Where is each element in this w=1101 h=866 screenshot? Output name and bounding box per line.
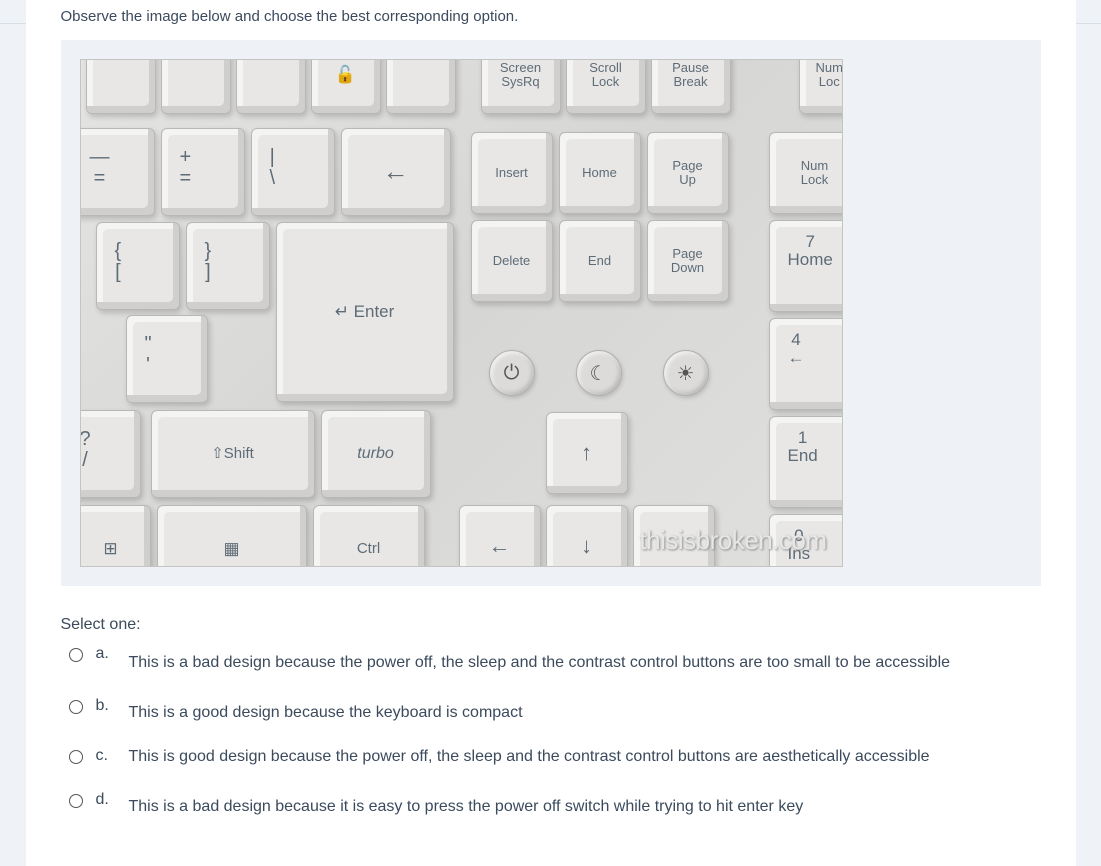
key-backspace: ← xyxy=(341,128,451,216)
key-ctrl: Ctrl xyxy=(313,505,425,567)
option-letter: a. xyxy=(96,645,116,663)
key-arrow-up: ↑ xyxy=(546,412,628,494)
key-arrow-down: ↓ xyxy=(546,505,628,567)
key-slash: ? / xyxy=(80,410,141,498)
option-d[interactable]: d. This is a bad design because it is ea… xyxy=(69,792,1041,816)
option-letter: b. xyxy=(96,697,116,715)
key-insert: Insert xyxy=(471,132,553,214)
key-numpad-1: 1 End xyxy=(769,416,843,508)
options-list: a. This is a bad design because the powe… xyxy=(69,646,1041,816)
key-win: ⊞ xyxy=(80,505,151,567)
select-one-label: Select one: xyxy=(61,616,1041,634)
image-watermark: thisisbroken.com xyxy=(639,525,826,556)
key-pipe: | \ xyxy=(251,128,335,216)
key-enter: ↵ Enter xyxy=(276,222,454,402)
key-bracket-r: } ] xyxy=(186,222,270,310)
key-pause-break: Pause Break xyxy=(651,59,731,114)
key-scroll-lock: Scroll Lock xyxy=(566,59,646,114)
keyboard-image: 🔓 Screen SysRq Scroll Lock Pause Break N… xyxy=(80,59,843,567)
key-f9 xyxy=(161,59,231,114)
option-letter: c. xyxy=(96,747,116,765)
option-text: This is a bad design because it is easy … xyxy=(129,798,1041,816)
radio-icon[interactable] xyxy=(69,750,83,764)
key-print-screen: Screen SysRq xyxy=(481,59,561,114)
key-apostrophe: " ' xyxy=(126,315,208,403)
question-prompt: Observe the image below and choose the b… xyxy=(61,8,1041,25)
option-a[interactable]: a. This is a bad design because the powe… xyxy=(69,646,1041,672)
key-plus: + = xyxy=(161,128,245,216)
key-numpad-7: 7 Home xyxy=(769,220,843,312)
key-page-down: Page Down xyxy=(647,220,729,302)
key-turbo: turbo xyxy=(321,410,431,498)
key-page-up: Page Up xyxy=(647,132,729,214)
option-c[interactable]: c. This is good design because the power… xyxy=(69,748,1041,766)
key-home: Home xyxy=(559,132,641,214)
key-bracket-l: { [ xyxy=(96,222,180,310)
radio-icon[interactable] xyxy=(69,648,83,662)
key-f8 xyxy=(86,59,156,114)
key-f10 xyxy=(236,59,306,114)
option-text: This is good design because the power of… xyxy=(129,748,1041,766)
key-f11: 🔓 xyxy=(311,59,381,114)
option-letter: d. xyxy=(96,791,116,809)
option-b[interactable]: b. This is a good design because the key… xyxy=(69,698,1041,722)
radio-icon[interactable] xyxy=(69,794,83,808)
image-holder: 🔓 Screen SysRq Scroll Lock Pause Break N… xyxy=(61,40,1041,586)
key-num-lock: Num Lock xyxy=(769,132,843,214)
key-arrow-left: ← xyxy=(459,505,541,567)
key-f12 xyxy=(386,59,456,114)
option-text: This is a bad design because the power o… xyxy=(129,654,1041,672)
key-delete: Delete xyxy=(471,220,553,302)
radio-icon[interactable] xyxy=(69,700,83,714)
key-space-frag: ▦ xyxy=(157,505,307,567)
key-shift: ⇧Shift xyxy=(151,410,315,498)
power-button-icon: ⏻ xyxy=(489,350,535,396)
quiz-page: Observe the image below and choose the b… xyxy=(26,0,1076,866)
question-container: Observe the image below and choose the b… xyxy=(46,0,1056,836)
key-minus: — = xyxy=(80,128,155,216)
option-text: This is a good design because the keyboa… xyxy=(129,704,1041,722)
brightness-button-icon: ☀ xyxy=(663,350,709,396)
key-numpad-4: 4 ← xyxy=(769,318,843,410)
key-numlock-clipped: Num Loc xyxy=(799,59,843,114)
sleep-button-icon: ☾ xyxy=(576,350,622,396)
key-end: End xyxy=(559,220,641,302)
